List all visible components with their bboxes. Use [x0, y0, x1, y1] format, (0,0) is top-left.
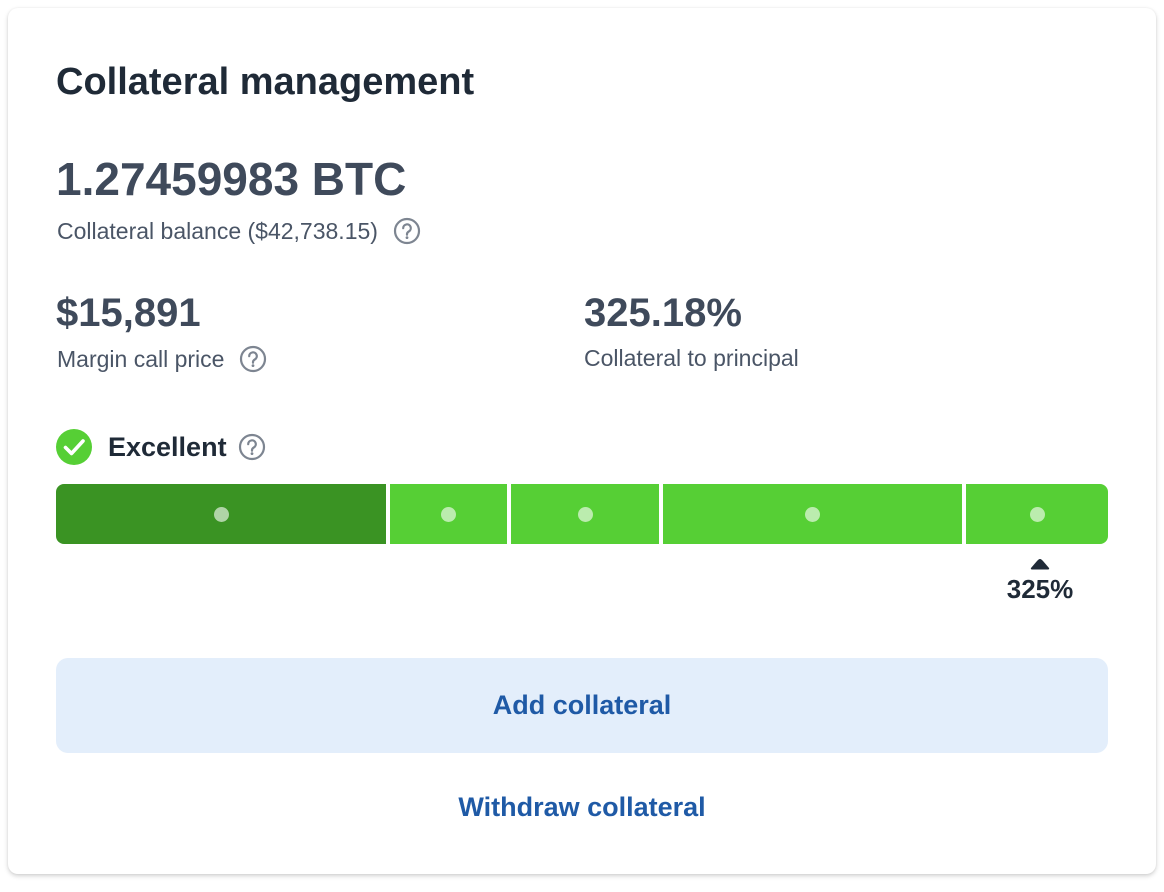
collateral-balance-value: 1.27459983 BTC — [56, 153, 407, 205]
collateral-to-principal-value: 325.18% — [584, 291, 742, 335]
current-ratio-marker: 325% — [1000, 558, 1080, 605]
margin-call-price-label: Margin call price — [57, 346, 225, 372]
health-bar-segment — [56, 484, 386, 544]
segment-dot — [805, 506, 820, 522]
question-circle-icon[interactable] — [237, 432, 267, 462]
collateral-balance-label: Collateral balance ($42,738.15) — [57, 218, 378, 244]
collateral-to-principal-label: Collateral to principal — [584, 345, 799, 371]
segment-dot — [577, 506, 593, 522]
collateral-management-card: Collateral management 1.27459983 BTC Col… — [8, 8, 1156, 874]
collateral-balance-row: Collateral balance ($42,738.15) — [57, 216, 422, 246]
card-title: Collateral management — [56, 61, 475, 103]
health-bar-segment — [390, 484, 507, 544]
caret-up-icon — [1030, 559, 1050, 570]
check-circle-icon — [56, 429, 92, 465]
health-bar-segment — [511, 484, 659, 544]
health-status-row: Excellent — [56, 429, 267, 465]
margin-call-price-value: $15,891 — [56, 291, 201, 335]
segment-dot — [441, 506, 456, 522]
margin-call-price-row: Margin call price — [57, 344, 268, 374]
question-circle-icon[interactable] — [392, 216, 422, 246]
question-circle-icon[interactable] — [238, 344, 268, 374]
segment-dot — [1029, 506, 1045, 522]
add-collateral-button[interactable]: Add collateral — [56, 658, 1108, 753]
segment-dot — [213, 506, 229, 522]
current-ratio-label: 325% — [1006, 574, 1074, 604]
collateral-health-bar — [56, 484, 1108, 544]
health-bar-segment — [663, 484, 962, 544]
withdraw-collateral-button[interactable]: Withdraw collateral — [56, 782, 1108, 832]
health-bar-segment — [966, 484, 1108, 544]
health-status-label: Excellent — [108, 431, 227, 462]
